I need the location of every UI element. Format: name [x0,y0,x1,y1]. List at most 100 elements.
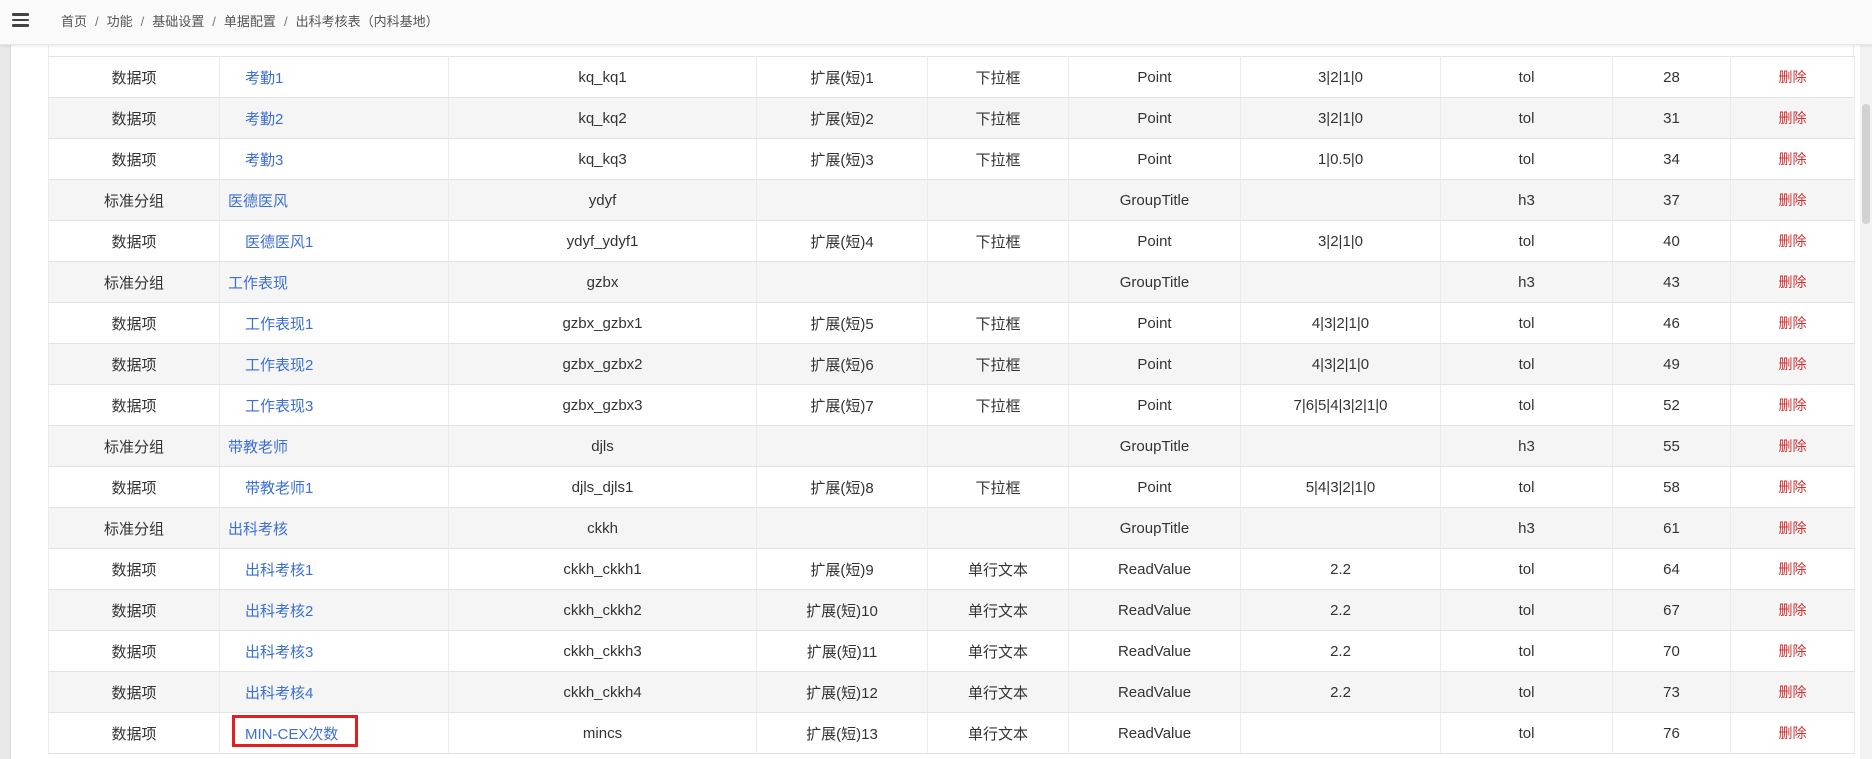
row-name-cell: 工作表现2 [219,343,449,385]
row-name-cell: 出科考核 [219,507,449,549]
row-name-link[interactable]: 出科考核1 [228,562,313,579]
breadcrumb-function[interactable]: 功能 [107,14,133,29]
row-type-cell: 数据项 [48,138,220,180]
table-top-cap [48,44,1854,56]
row-value-kind-cell: ReadValue [1068,630,1241,672]
table-row: 数据项 医德医风1 ydyf_ydyf1 扩展(短)4 下拉框 Point 3|2|1|0 t… [48,220,1855,262]
row-type-cell: 标准分组 [48,507,220,549]
delete-link[interactable]: 删除 [1779,356,1807,372]
row-options-cell: 2.2 [1240,589,1441,631]
row-name-link[interactable]: 考勤3 [228,152,283,169]
row-format-cell: tol [1440,138,1613,180]
row-type-cell: 数据项 [48,671,220,713]
row-format-cell: tol [1440,712,1613,754]
delete-link[interactable]: 删除 [1779,69,1807,85]
row-control-type-cell: 下拉框 [927,384,1069,426]
row-type-cell: 数据项 [48,589,220,631]
row-code-cell: kq_kq2 [448,97,757,139]
row-type-cell: 数据项 [48,466,220,508]
row-code-cell: ckkh_ckkh1 [448,548,757,590]
hamburger-menu-icon[interactable] [8,10,34,34]
row-options-cell: 2.2 [1240,630,1441,672]
row-name-link[interactable]: 医德医风1 [228,234,313,251]
delete-link[interactable]: 删除 [1779,192,1807,208]
delete-link[interactable]: 删除 [1779,643,1807,659]
breadcrumb-form-config[interactable]: 单据配置 [224,14,276,29]
delete-link[interactable]: 删除 [1779,561,1807,577]
row-options-cell: 4|3|2|1|0 [1240,302,1441,344]
row-value-kind-cell: Point [1068,138,1241,180]
row-order-cell: 43 [1612,261,1731,303]
row-name-link[interactable]: 出科考核2 [228,603,313,620]
row-order-cell: 52 [1612,384,1731,426]
delete-link[interactable]: 删除 [1779,479,1807,495]
row-action-cell: 删除 [1730,261,1855,303]
row-ext-field-cell: 扩展(短)10 [756,589,928,631]
row-name-link[interactable]: 带教老师1 [228,480,313,497]
row-value-kind-cell: ReadValue [1068,712,1241,754]
row-name-link[interactable]: 考勤2 [228,111,283,128]
row-format-cell: tol [1440,97,1613,139]
scrollbar-thumb[interactable] [1862,104,1870,224]
row-ext-field-cell: 扩展(短)11 [756,630,928,672]
row-ext-field-cell: 扩展(短)12 [756,671,928,713]
row-control-type-cell [927,179,1069,221]
row-action-cell: 删除 [1730,220,1855,262]
row-name-link[interactable]: 出科考核4 [228,685,313,702]
breadcrumb-basic-settings[interactable]: 基础设置 [152,14,204,29]
row-value-kind-cell: Point [1068,56,1241,98]
row-name-link[interactable]: 医德医风 [228,193,288,210]
row-name-link[interactable]: 考勤1 [228,70,283,87]
row-options-cell: 4|3|2|1|0 [1240,343,1441,385]
row-format-cell: tol [1440,589,1613,631]
vertical-scrollbar[interactable] [1860,44,1872,759]
row-name-link[interactable]: 出科考核 [228,521,288,538]
row-action-cell: 删除 [1730,179,1855,221]
row-control-type-cell: 单行文本 [927,548,1069,590]
row-name-link[interactable]: 工作表现1 [228,316,313,333]
row-action-cell: 删除 [1730,138,1855,180]
row-order-cell: 76 [1612,712,1731,754]
row-name-link[interactable]: 工作表现2 [228,357,313,374]
delete-link[interactable]: 删除 [1779,602,1807,618]
delete-link[interactable]: 删除 [1779,397,1807,413]
row-control-type-cell [927,507,1069,549]
row-action-cell: 删除 [1730,384,1855,426]
row-name-link[interactable]: 工作表现 [228,275,288,292]
row-ext-field-cell: 扩展(短)6 [756,343,928,385]
row-type-cell: 数据项 [48,343,220,385]
row-name-link[interactable]: MIN-CEX次数 [228,726,338,743]
row-name-link[interactable]: 出科考核3 [228,644,313,661]
row-code-cell: ckkh_ckkh4 [448,671,757,713]
delete-link[interactable]: 删除 [1779,274,1807,290]
delete-link[interactable]: 删除 [1779,725,1807,741]
row-format-cell: h3 [1440,261,1613,303]
delete-link[interactable]: 删除 [1779,520,1807,536]
delete-link[interactable]: 删除 [1779,438,1807,454]
row-code-cell: mincs [448,712,757,754]
row-format-cell: h3 [1440,507,1613,549]
row-control-type-cell: 下拉框 [927,302,1069,344]
row-value-kind-cell: ReadValue [1068,671,1241,713]
row-name-link[interactable]: 带教老师 [228,439,288,456]
row-type-cell: 标准分组 [48,261,220,303]
breadcrumb-separator: / [95,14,99,29]
breadcrumb-home[interactable]: 首页 [61,14,87,29]
row-code-cell: gzbx [448,261,757,303]
delete-link[interactable]: 删除 [1779,151,1807,167]
delete-link[interactable]: 删除 [1779,684,1807,700]
row-control-type-cell: 下拉框 [927,138,1069,180]
row-value-kind-cell: GroupTitle [1068,425,1241,467]
row-value-kind-cell: Point [1068,97,1241,139]
row-format-cell: tol [1440,220,1613,262]
delete-link[interactable]: 删除 [1779,315,1807,331]
row-name-link[interactable]: 工作表现3 [228,398,313,415]
delete-link[interactable]: 删除 [1779,110,1807,126]
delete-link[interactable]: 删除 [1779,233,1807,249]
row-value-kind-cell: Point [1068,302,1241,344]
row-options-cell [1240,507,1441,549]
row-name-cell: 出科考核2 [219,589,449,631]
breadcrumb: 首页 / 功能 / 基础设置 / 单据配置 / 出科考核表（内科基地） [61,0,439,44]
row-ext-field-cell: 扩展(短)8 [756,466,928,508]
row-action-cell: 删除 [1730,466,1855,508]
